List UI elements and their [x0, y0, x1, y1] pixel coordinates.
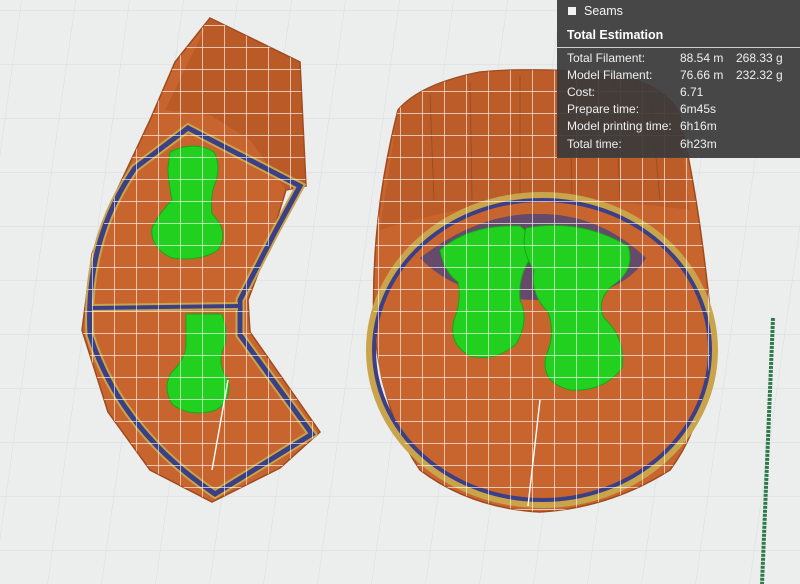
stat-value: 6h23m — [680, 137, 717, 151]
stat-label: Total time: — [567, 137, 622, 151]
stat-label: Prepare time: — [567, 102, 640, 116]
estimation-panel: Seams Total Estimation Total Filament: 8… — [557, 0, 800, 158]
stat-label: Model printing time: — [567, 119, 672, 133]
stat-value-weight: 232.32 g — [736, 68, 783, 82]
stat-value: 6h16m — [680, 119, 717, 133]
total-estimation-title: Total Estimation — [567, 28, 664, 42]
stat-value-length: 76.66 m — [680, 68, 724, 82]
stat-value-weight: 268.33 g — [736, 51, 783, 65]
seams-label: Seams — [584, 4, 623, 18]
stat-label: Cost: — [567, 85, 596, 99]
seams-legend[interactable]: Seams — [568, 2, 623, 20]
stat-label: Model Filament: — [567, 68, 653, 82]
stat-label: Total Filament: — [567, 51, 646, 65]
stat-value: 6m45s — [680, 102, 717, 116]
stat-value: 6.71 — [680, 85, 704, 99]
seams-color-swatch — [568, 7, 576, 15]
stat-value-length: 88.54 m — [680, 51, 724, 65]
title-divider — [557, 47, 800, 48]
